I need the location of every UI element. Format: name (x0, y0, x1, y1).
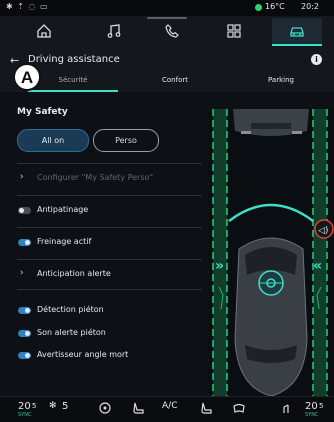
perso-button[interactable]: Perso (93, 129, 159, 152)
avertisseur-angle-mort-toggle[interactable] (18, 352, 31, 359)
row-label: Son alerte piéton (37, 328, 106, 337)
divider (17, 259, 202, 260)
driving-assist-visual: » « ◁) (209, 109, 334, 396)
home-button[interactable] (20, 18, 68, 44)
row-label: Configurer "My Safety Perso" (37, 173, 154, 182)
right-sync-label: SYNC (305, 412, 319, 418)
left-temperature[interactable]: 20 (18, 401, 31, 412)
right-temperature-unit: 5 (319, 402, 324, 410)
page-title: Driving assistance (28, 54, 120, 65)
top-nav (0, 16, 334, 46)
connectivity-icons: ✱ ⇡ ◌ ▭ (6, 2, 49, 11)
music-button[interactable] (90, 18, 138, 44)
son-alerte-pieton-toggle[interactable] (18, 330, 31, 337)
row-label: Détection piéton (37, 305, 104, 314)
seat-icon[interactable] (199, 401, 213, 415)
section-title: My Safety (17, 107, 68, 117)
all-on-button[interactable]: All on (17, 129, 89, 152)
right-temperature[interactable]: 20 (305, 401, 318, 412)
clock: 20:2 (301, 2, 319, 11)
row-label: Anticipation alerte (37, 269, 111, 278)
seat-heat-icon[interactable] (131, 401, 145, 415)
active-tab-indicator (28, 90, 118, 92)
car-ahead-icon (233, 109, 309, 136)
tab-parking[interactable]: Parking (236, 70, 326, 90)
airflow-icon[interactable] (280, 401, 294, 415)
anticipation-alerte-row[interactable]: › Anticipation alerte (17, 261, 202, 289)
phone-icon (165, 24, 179, 38)
chevron-right-icon: › (20, 172, 24, 182)
ac-button[interactable]: A/C (162, 401, 177, 411)
left-sync-label: SYNC (18, 412, 32, 418)
row-label: Avertisseur angle mort (37, 350, 129, 359)
outside-temperature: 16°C (265, 2, 285, 11)
chevron-right-icon: » (215, 258, 224, 274)
fan-icon[interactable]: ✻ (49, 401, 57, 411)
antipatinage-row[interactable]: Antipatinage (17, 197, 202, 225)
freinage-actif-row[interactable]: Freinage actif (17, 229, 202, 257)
own-car-icon (234, 237, 308, 396)
divider (17, 163, 202, 164)
row-label: Antipatinage (37, 205, 89, 214)
callout-label: A (13, 63, 41, 91)
home-icon (37, 24, 51, 38)
car-icon (290, 27, 304, 37)
speaker-glyph: ◁) (318, 226, 328, 236)
fan-speed[interactable]: 5 (62, 401, 68, 412)
configure-perso-row: › Configurer "My Safety Perso" (17, 165, 202, 193)
avertisseur-angle-mort-row[interactable]: Avertisseur angle mort (17, 342, 202, 370)
steering-wheel-heat-icon[interactable] (98, 401, 112, 415)
divider (17, 289, 202, 290)
status-bar: ✱ ⇡ ◌ ▭ 16°C 20:2 (0, 0, 334, 16)
windshield-defrost-icon[interactable] (232, 401, 246, 415)
apps-grid-icon (227, 24, 241, 38)
detection-pieton-toggle[interactable] (18, 307, 31, 314)
divider (17, 195, 202, 196)
divider (17, 227, 202, 228)
freinage-actif-toggle[interactable] (18, 239, 31, 246)
vehicle-button[interactable] (272, 18, 322, 46)
row-label: Freinage actif (37, 237, 92, 246)
phone-button[interactable] (148, 18, 196, 44)
chevron-right-icon: › (20, 268, 24, 278)
left-temperature-unit: 5 (32, 402, 37, 410)
apps-button[interactable] (210, 18, 258, 44)
info-icon[interactable]: i (311, 54, 322, 65)
online-indicator-icon (255, 4, 262, 11)
tab-confort[interactable]: Confort (130, 70, 220, 90)
tab-securite[interactable]: Sécurité (28, 70, 118, 90)
antipatinage-toggle[interactable] (18, 207, 31, 214)
chevron-left-icon: « (313, 258, 322, 274)
music-icon (107, 24, 121, 38)
